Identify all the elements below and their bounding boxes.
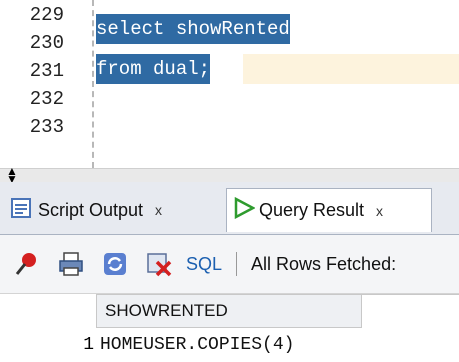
result-grid: SHOWRENTED 1 HOMEUSER.COPIES(4)	[0, 294, 459, 362]
toolbar-divider	[236, 252, 238, 276]
tab-script-output[interactable]: Script Output x	[10, 188, 222, 232]
pin-icon[interactable]	[10, 247, 44, 281]
refresh-icon[interactable]	[98, 247, 132, 281]
result-toolbar: SQL All Rows Fetched:	[0, 235, 459, 294]
close-icon[interactable]: x	[155, 202, 162, 218]
code-line-selected[interactable]: from dual;	[96, 54, 211, 84]
script-output-icon	[10, 197, 32, 224]
print-icon[interactable]	[54, 247, 88, 281]
sql-link[interactable]: SQL	[186, 254, 222, 275]
table-cell[interactable]: HOMEUSER.COPIES(4)	[100, 328, 294, 362]
fetch-status: All Rows Fetched:	[251, 253, 397, 274]
tab-label: Query Result	[259, 200, 365, 220]
column-header-showrented[interactable]: SHOWRENTED	[96, 294, 362, 328]
cancel-icon[interactable]	[142, 247, 176, 281]
tab-label: Script Output	[38, 199, 144, 220]
collapse-arrows-icon[interactable]: ▲ ▼	[6, 165, 18, 185]
tab-query-result[interactable]: Query Result x	[226, 188, 432, 232]
gutter-separator	[92, 0, 94, 168]
current-line-highlight	[243, 54, 459, 84]
line-number: 233	[29, 116, 64, 138]
result-tab-bar: Script Output x Query Result x	[0, 182, 459, 235]
header-filler	[362, 294, 459, 328]
code-line-selected[interactable]: select showRented	[96, 14, 290, 44]
sql-editor[interactable]: 229 230 231 232 233 select showRented fr…	[0, 0, 459, 168]
close-icon[interactable]: x	[376, 203, 383, 219]
run-triangle-icon	[233, 196, 256, 224]
row-number: 1	[83, 335, 94, 355]
